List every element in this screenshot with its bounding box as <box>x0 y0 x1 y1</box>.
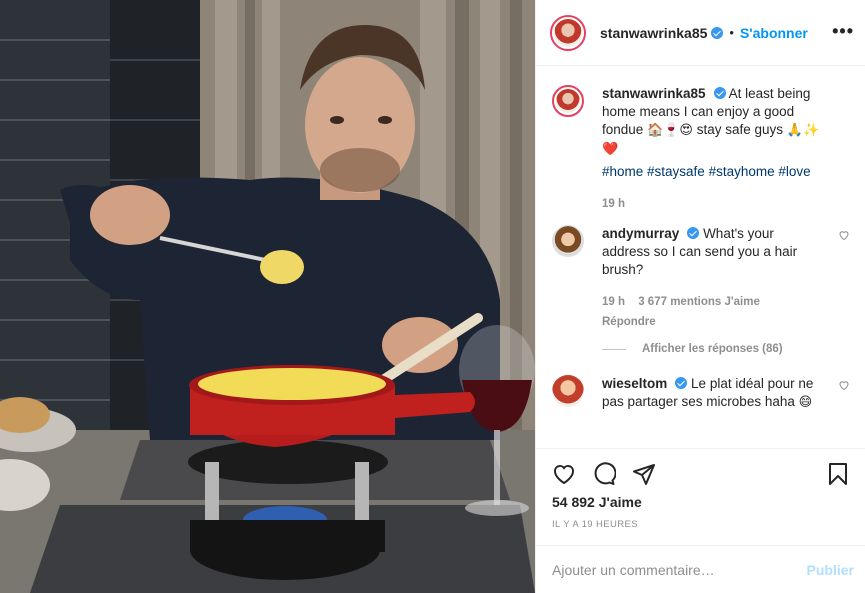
verified-icon <box>687 227 700 239</box>
post-timestamp[interactable]: IL Y A 19 HEURES <box>552 519 638 530</box>
comment-input[interactable] <box>552 561 807 578</box>
comment-heart-icon[interactable] <box>838 379 850 391</box>
view-replies-button[interactable]: Afficher les réponses (86) <box>602 343 850 355</box>
caption-username[interactable]: stanwawrinka85 <box>602 86 706 101</box>
post-sidebar: stanwawrinka85 • S'abonner ••• stanwawri… <box>535 0 865 593</box>
caption-emoji-2: 🙏✨ <box>786 123 820 138</box>
commenter-username[interactable]: andymurray <box>602 226 679 241</box>
commenter-avatar[interactable] <box>552 225 584 257</box>
author-avatar[interactable] <box>550 14 586 51</box>
caption-timestamp[interactable]: 19 h <box>602 198 625 210</box>
caption-emoji-3: ❤️ <box>602 142 619 157</box>
more-icon[interactable]: ••• <box>832 22 854 40</box>
post-header: stanwawrinka85 • S'abonner ••• <box>536 0 865 66</box>
comment-item: wieseltom Le plat idéal pour ne pas part… <box>552 375 850 412</box>
follow-button[interactable]: S'abonner <box>740 25 808 41</box>
caption-emoji-1: 🏠🍷😍 <box>647 123 693 138</box>
instagram-post: stanwawrinka85 • S'abonner ••• stanwawri… <box>0 0 865 593</box>
share-icon[interactable] <box>632 462 656 486</box>
publish-button[interactable]: Publier <box>807 562 854 578</box>
commenter-avatar[interactable] <box>552 375 584 407</box>
caption-text-2: stay safe guys <box>692 122 787 137</box>
comment-emoji: 😄 <box>798 395 813 410</box>
bookmark-icon[interactable] <box>826 462 850 486</box>
verified-icon <box>675 377 688 389</box>
add-comment-bar: Publier <box>536 545 865 593</box>
comment-item: andymurray What's your address so I can … <box>552 225 850 331</box>
reply-button[interactable]: Répondre <box>602 313 824 331</box>
caption-hashtags[interactable]: #home #staysafe #stayhome #love <box>602 163 824 181</box>
comment-heart-icon[interactable] <box>838 229 850 241</box>
commenter-username[interactable]: wieseltom <box>602 376 667 391</box>
view-replies-label[interactable]: Afficher les réponses (86) <box>642 343 783 355</box>
caption-time: 19 h <box>602 195 824 213</box>
separator-dot: • <box>729 25 734 40</box>
post-actions <box>536 448 865 498</box>
comment-likes[interactable]: 3 677 mentions J'aime <box>638 296 760 308</box>
verified-icon <box>713 87 726 99</box>
post-photo[interactable] <box>0 0 535 593</box>
caption-avatar[interactable] <box>552 85 584 117</box>
comments-list[interactable]: stanwawrinka85 At least being home means… <box>536 67 865 447</box>
comment-icon[interactable] <box>592 462 616 486</box>
verified-icon <box>711 26 724 39</box>
comment-time[interactable]: 19 h <box>602 296 625 308</box>
fondue-photo-illustration <box>0 0 535 593</box>
comment-meta: 19 h 3 677 mentions J'aime <box>602 293 824 311</box>
heart-icon[interactable] <box>552 462 576 486</box>
caption: stanwawrinka85 At least being home means… <box>552 85 850 213</box>
author-username[interactable]: stanwawrinka85 <box>600 25 707 41</box>
replies-divider <box>602 348 626 350</box>
reply-label[interactable]: Répondre <box>602 316 656 328</box>
likes-count[interactable]: 54 892 J'aime <box>552 494 642 510</box>
